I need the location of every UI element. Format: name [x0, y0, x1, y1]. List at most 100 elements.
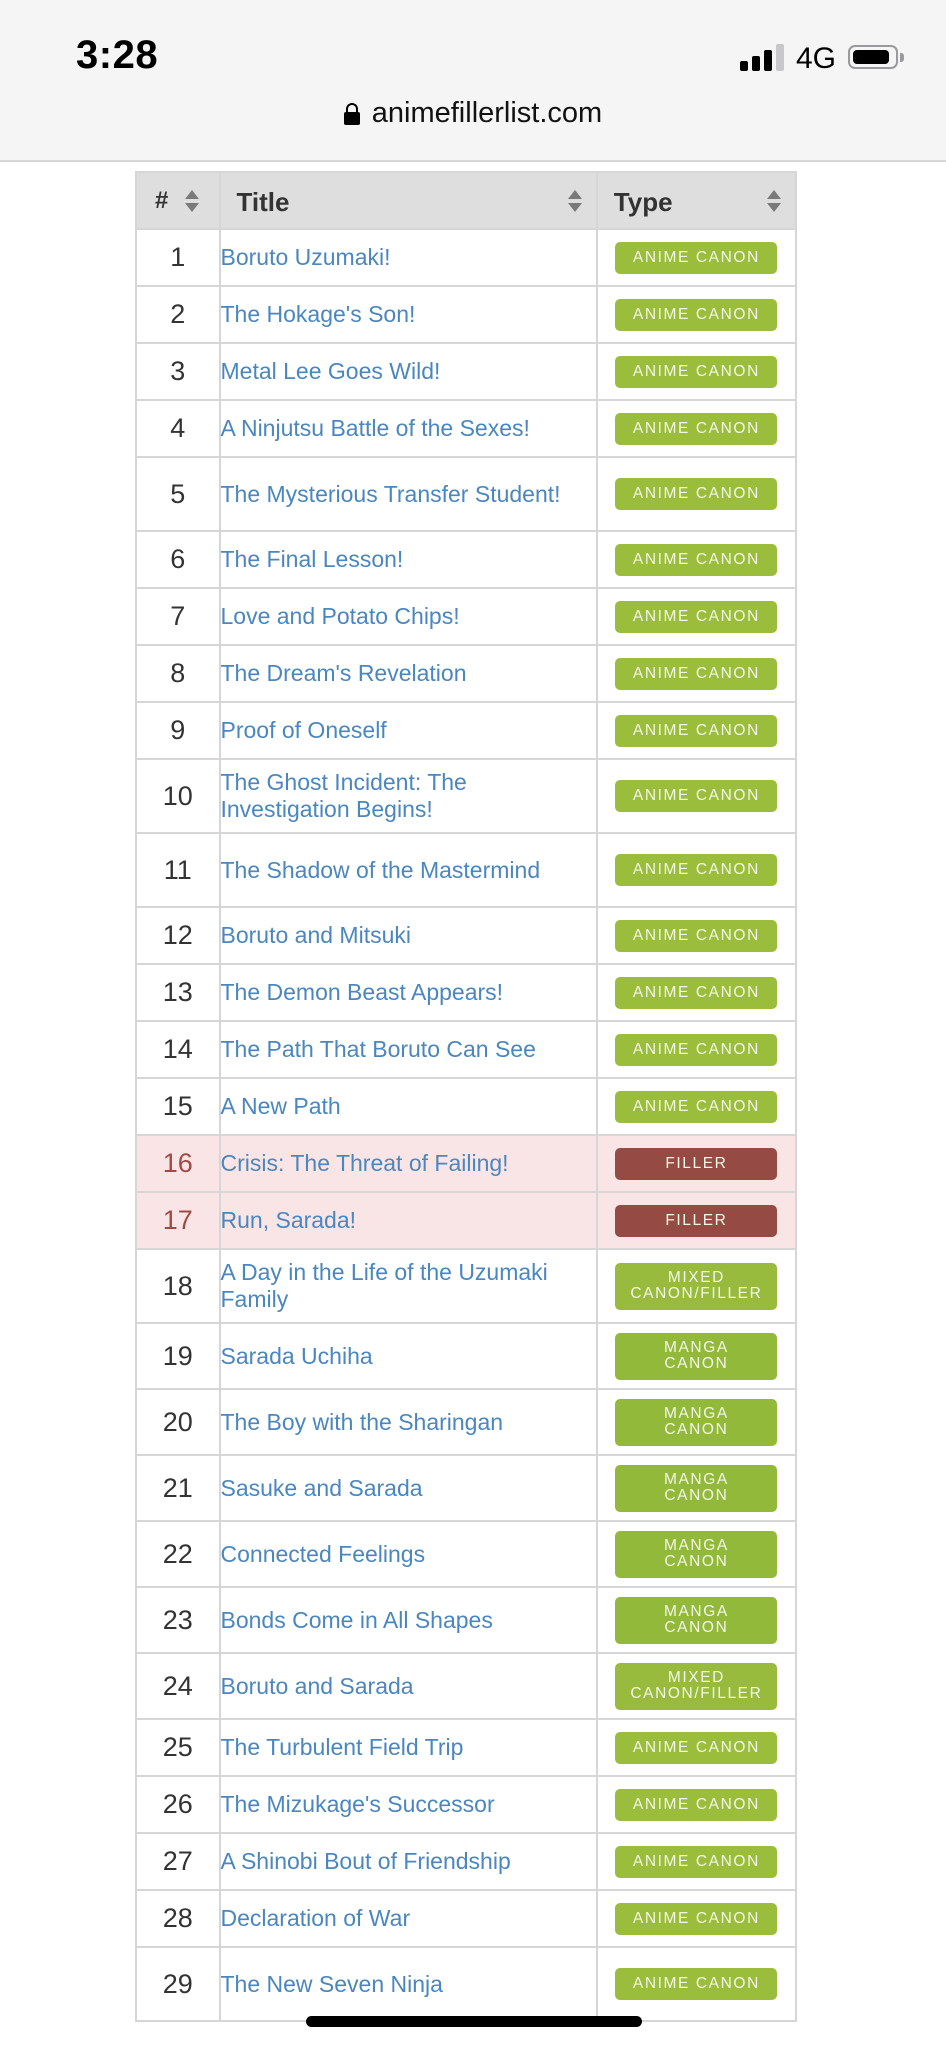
episode-type-cell: ANIME CANON [595, 530, 798, 589]
table-row: 8 The Dream's Revelation ANIME CANON [135, 644, 798, 703]
type-badge-manga: MANGA CANON [615, 1596, 778, 1644]
episode-type-cell: MANGA CANON [595, 1454, 798, 1522]
episode-title-link[interactable]: Crisis: The Threat of Failing! [221, 1150, 509, 1176]
episode-type-cell: ANIME CANON [595, 456, 798, 532]
episode-number: 23 [135, 1586, 221, 1654]
table-row: 2 The Hokage's Son! ANIME CANON [135, 285, 798, 344]
episode-title-link[interactable]: A Shinobi Bout of Friendship [221, 1848, 511, 1874]
episode-title-link[interactable]: Bonds Come in All Shapes [221, 1607, 493, 1633]
episode-number: 7 [135, 587, 221, 646]
episode-type-cell: FILLER [595, 1191, 798, 1250]
episode-number: 3 [135, 342, 221, 401]
episode-title-cell: Sarada Uchiha [218, 1322, 598, 1390]
episode-type-cell: ANIME CANON [595, 1718, 798, 1777]
column-header-type-label: Type [613, 187, 673, 217]
sort-icon[interactable] [767, 190, 781, 214]
column-header-type[interactable]: Type [595, 171, 798, 230]
type-badge-anime: ANIME CANON [615, 412, 778, 445]
type-badge-manga: MANGA CANON [615, 1332, 778, 1380]
type-badge-anime: ANIME CANON [615, 657, 778, 690]
episode-title-link[interactable]: Sasuke and Sarada [221, 1475, 423, 1501]
episode-title-link[interactable]: A Day in the Life of the Uzumaki Family [221, 1259, 548, 1312]
episode-title-link[interactable]: The New Seven Ninja [221, 1971, 443, 1997]
home-indicator[interactable] [306, 2016, 642, 2027]
episode-title-cell: The Demon Beast Appears! [218, 963, 598, 1022]
episode-title-link[interactable]: The Final Lesson! [221, 546, 404, 572]
episode-title-link[interactable]: The Shadow of the Mastermind [221, 857, 541, 883]
episode-title-link[interactable]: Declaration of War [221, 1905, 411, 1931]
episode-title-link[interactable]: Sarada Uchiha [221, 1343, 373, 1369]
sort-icon[interactable] [185, 190, 199, 214]
column-header-title[interactable]: Title [218, 171, 598, 230]
episode-title-link[interactable]: The Dream's Revelation [221, 660, 467, 686]
episode-number: 1 [135, 228, 221, 287]
type-badge-anime: ANIME CANON [615, 714, 778, 747]
table-row: 26 The Mizukage's Successor ANIME CANON [135, 1775, 798, 1834]
episode-number: 28 [135, 1889, 221, 1948]
url-text[interactable]: animefillerlist.com [372, 97, 602, 130]
episode-number: 21 [135, 1454, 221, 1522]
table-row: 21 Sasuke and Sarada MANGA CANON [135, 1454, 798, 1522]
episode-title-link[interactable]: The Mizukage's Successor [221, 1791, 495, 1817]
episode-type-cell: ANIME CANON [595, 342, 798, 401]
episode-type-cell: ANIME CANON [595, 285, 798, 344]
episode-number: 15 [135, 1077, 221, 1136]
episode-number: 6 [135, 530, 221, 589]
episode-title-link[interactable]: A Ninjutsu Battle of the Sexes! [221, 415, 530, 441]
episode-title-link[interactable]: The Hokage's Son! [221, 301, 416, 327]
episode-title-link[interactable]: Proof of Oneself [221, 717, 387, 743]
episode-title-link[interactable]: Boruto and Mitsuki [221, 922, 411, 948]
episode-title-cell: Love and Potato Chips! [218, 587, 598, 646]
episode-title-cell: The New Seven Ninja [218, 1946, 598, 2022]
status-time: 3:28 [76, 33, 159, 77]
type-badge-manga: MANGA CANON [615, 1530, 778, 1578]
episode-number: 24 [135, 1652, 221, 1720]
episode-title-link[interactable]: The Path That Boruto Can See [221, 1036, 536, 1062]
episode-title-link[interactable]: Boruto and Sarada [221, 1673, 414, 1699]
episode-type-cell: ANIME CANON [595, 1020, 798, 1079]
cellular-signal-icon [740, 44, 784, 71]
type-badge-anime: ANIME CANON [615, 298, 778, 331]
episode-title-cell: The Hokage's Son! [218, 285, 598, 344]
episode-title-link[interactable]: A New Path [221, 1093, 341, 1119]
episode-title-link[interactable]: The Mysterious Transfer Student! [221, 481, 561, 507]
episode-type-cell: MANGA CANON [595, 1322, 798, 1390]
table-row: 10 The Ghost Incident: The Investigation … [135, 758, 798, 834]
type-badge-manga: MANGA CANON [615, 1464, 778, 1512]
episode-title-cell: The Path That Boruto Can See [218, 1020, 598, 1079]
episode-title-link[interactable]: The Ghost Incident: The Investigation Be… [221, 769, 467, 822]
column-header-title-label: Title [236, 187, 290, 217]
type-badge-anime: ANIME CANON [615, 919, 778, 952]
type-badge-anime: ANIME CANON [615, 1968, 778, 2000]
episode-title-link[interactable]: Connected Feelings [221, 1541, 426, 1567]
episode-title-cell: The Ghost Incident: The Investigation Be… [218, 758, 598, 834]
episode-number: 8 [135, 644, 221, 703]
episode-title-cell: The Final Lesson! [218, 530, 598, 589]
episode-type-cell: ANIME CANON [595, 1889, 798, 1948]
table-row: 15 A New Path ANIME CANON [135, 1077, 798, 1136]
episode-title-cell: A Shinobi Bout of Friendship [218, 1832, 598, 1891]
episode-title-link[interactable]: The Boy with the Sharingan [221, 1409, 504, 1435]
episode-type-cell: ANIME CANON [595, 701, 798, 760]
type-badge-anime: ANIME CANON [615, 854, 778, 886]
episode-number: 20 [135, 1388, 221, 1456]
type-badge-filler: FILLER [615, 1204, 778, 1237]
episode-title-link[interactable]: The Turbulent Field Trip [221, 1734, 464, 1760]
table-row: 5 The Mysterious Transfer Student! ANIME C… [135, 456, 798, 532]
episode-type-cell: ANIME CANON [595, 644, 798, 703]
table-row: 3 Metal Lee Goes Wild! ANIME CANON [135, 342, 798, 401]
battery-icon [848, 45, 898, 69]
sort-icon[interactable] [567, 190, 582, 214]
column-header-number[interactable]: # [135, 171, 221, 230]
episode-title-link[interactable]: Metal Lee Goes Wild! [221, 358, 441, 384]
network-type: 4G [796, 42, 837, 75]
episode-title-link[interactable]: Run, Sarada! [221, 1207, 357, 1233]
episode-title-cell: Bonds Come in All Shapes [218, 1586, 598, 1654]
address-bar[interactable]: animefillerlist.com [0, 97, 946, 143]
episode-type-cell: ANIME CANON [595, 399, 798, 458]
episode-title-link[interactable]: The Demon Beast Appears! [221, 979, 504, 1005]
episode-title-link[interactable]: Boruto Uzumaki! [221, 244, 391, 270]
episode-type-cell: MIXED CANON/FILLER [595, 1652, 798, 1720]
type-badge-filler: FILLER [615, 1147, 778, 1180]
episode-title-link[interactable]: Love and Potato Chips! [221, 603, 460, 629]
